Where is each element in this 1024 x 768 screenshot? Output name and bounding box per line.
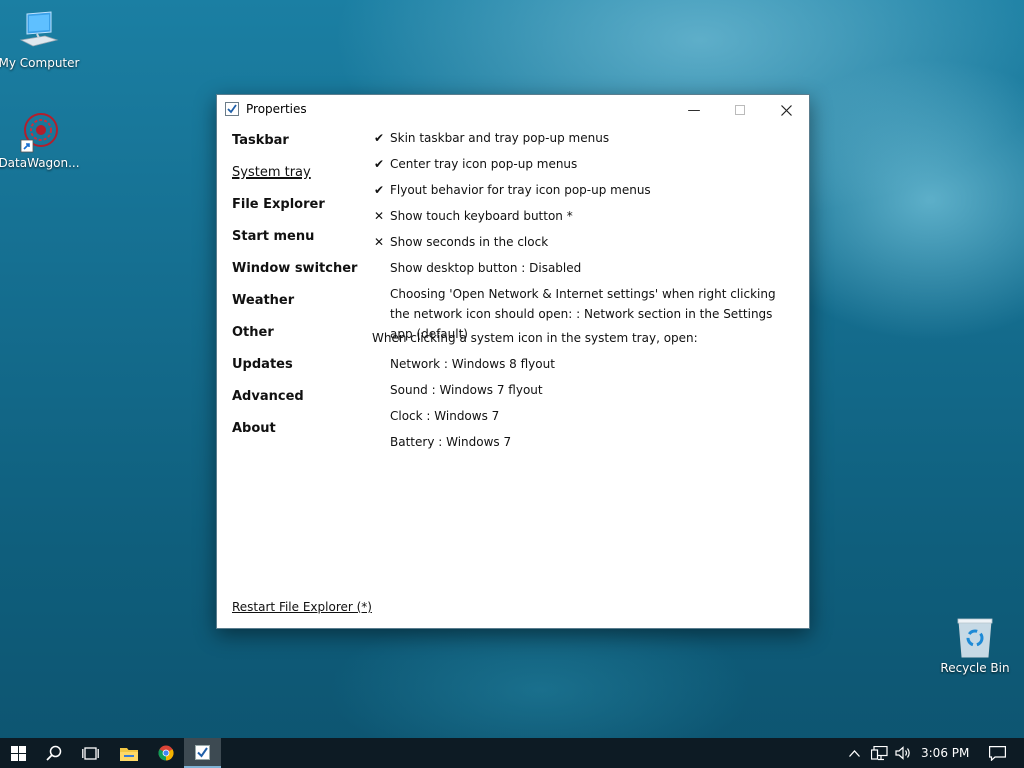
- desktop-icon-datawagon[interactable]: DataWagon...: [0, 110, 81, 170]
- sidebar-nav: Taskbar System tray File Explorer Start …: [232, 133, 357, 453]
- minimize-icon: —: [687, 102, 701, 118]
- window-title: Properties: [246, 102, 307, 116]
- maximize-button[interactable]: [717, 95, 763, 125]
- datawagon-icon: [17, 110, 61, 154]
- option-show-desktop-button[interactable]: Show desktop button : Disabled: [372, 260, 792, 286]
- maximize-icon: [735, 105, 745, 115]
- option-label: Show touch keyboard button *: [390, 209, 573, 223]
- properties-app-icon: [195, 744, 210, 760]
- checkmark-icon: ✔: [373, 131, 385, 145]
- task-view-button[interactable]: [72, 738, 108, 768]
- option-flyout-behavior[interactable]: ✔ Flyout behavior for tray icon pop-up m…: [372, 182, 792, 208]
- chrome-icon: [158, 745, 174, 761]
- option-seconds-in-clock[interactable]: ✕ Show seconds in the clock: [372, 234, 792, 260]
- file-explorer-icon: [120, 747, 138, 761]
- start-button[interactable]: [0, 738, 36, 768]
- option-network-settings-target[interactable]: Choosing 'Open Network & Internet settin…: [372, 284, 792, 341]
- taskbar: 3:06 PM: [0, 738, 1024, 768]
- computer-icon: [17, 10, 61, 54]
- nav-item-file-explorer[interactable]: File Explorer: [232, 197, 357, 229]
- network-tray-button[interactable]: [868, 738, 890, 768]
- close-icon: [780, 104, 792, 116]
- search-button[interactable]: [36, 738, 72, 768]
- option-label: Choosing 'Open Network & Internet settin…: [390, 287, 776, 341]
- close-button[interactable]: [763, 95, 809, 125]
- chevron-up-icon: [848, 749, 860, 757]
- network-icon: [870, 745, 888, 760]
- option-label: Skin taskbar and tray pop-up menus: [390, 131, 610, 145]
- checkmark-icon: ✔: [373, 183, 385, 197]
- nav-item-taskbar[interactable]: Taskbar: [232, 133, 357, 165]
- nav-item-other[interactable]: Other: [232, 325, 357, 357]
- nav-item-system-tray[interactable]: System tray: [232, 165, 357, 197]
- desktop-icon-recycle-bin[interactable]: Recycle Bin: [933, 615, 1017, 675]
- taskbar-properties-app[interactable]: [184, 738, 221, 768]
- cross-icon: ✕: [373, 209, 385, 223]
- nav-item-updates[interactable]: Updates: [232, 357, 357, 389]
- properties-window: Properties — Taskbar System tray File Ex…: [216, 94, 810, 629]
- action-center-button[interactable]: [982, 738, 1012, 768]
- settings-content: ✔ Skin taskbar and tray pop-up menus ✔ C…: [372, 130, 792, 460]
- volume-tray-button[interactable]: [892, 738, 914, 768]
- nav-item-advanced[interactable]: Advanced: [232, 389, 357, 421]
- search-icon: [46, 745, 62, 761]
- option-label: Sound : Windows 7 flyout: [390, 383, 543, 397]
- taskbar-chrome[interactable]: [148, 738, 184, 768]
- title-bar[interactable]: Properties —: [217, 95, 809, 125]
- taskbar-clock[interactable]: 3:06 PM: [921, 738, 969, 768]
- start-icon: [10, 745, 26, 761]
- desktop-icon-label: Recycle Bin: [940, 661, 1010, 675]
- option-label: Flyout behavior for tray icon pop-up men…: [390, 183, 651, 197]
- taskbar-file-explorer[interactable]: [111, 738, 147, 768]
- volume-icon: [894, 746, 910, 760]
- minimize-button[interactable]: —: [671, 95, 717, 125]
- nav-item-start-menu[interactable]: Start menu: [232, 229, 357, 261]
- task-view-icon: [81, 746, 99, 760]
- desktop-icon-label: My Computer: [0, 56, 80, 70]
- cross-icon: ✕: [373, 235, 385, 249]
- desktop-icon-label: DataWagon...: [0, 156, 80, 170]
- recycle-bin-icon: [953, 615, 997, 659]
- show-hidden-icons-button[interactable]: [844, 738, 864, 768]
- nav-item-window-switcher[interactable]: Window switcher: [232, 261, 357, 293]
- checkmark-icon: ✔: [373, 157, 385, 171]
- option-battery-flyout[interactable]: Battery : Windows 7: [372, 434, 792, 460]
- option-label: Center tray icon pop-up menus: [390, 157, 578, 171]
- option-label: Clock : Windows 7: [390, 409, 500, 423]
- properties-app-icon: [225, 101, 239, 116]
- option-center-tray-menus[interactable]: ✔ Center tray icon pop-up menus: [372, 156, 792, 182]
- option-clock-flyout[interactable]: Clock : Windows 7: [372, 408, 792, 434]
- nav-item-about[interactable]: About: [232, 421, 357, 453]
- nav-item-weather[interactable]: Weather: [232, 293, 357, 325]
- option-label: Network : Windows 8 flyout: [390, 357, 555, 371]
- option-label: Show seconds in the clock: [390, 235, 549, 249]
- option-label: Battery : Windows 7: [390, 435, 512, 449]
- option-touch-keyboard-button[interactable]: ✕ Show touch keyboard button *: [372, 208, 792, 234]
- action-center-icon: [988, 745, 1006, 761]
- option-skin-taskbar-menus[interactable]: ✔ Skin taskbar and tray pop-up menus: [372, 130, 792, 156]
- restart-file-explorer-link[interactable]: Restart File Explorer (*): [232, 600, 372, 614]
- option-network-flyout[interactable]: Network : Windows 8 flyout: [372, 356, 792, 382]
- option-sound-flyout[interactable]: Sound : Windows 7 flyout: [372, 382, 792, 408]
- desktop-icon-my-computer[interactable]: My Computer: [0, 10, 81, 70]
- option-label: Show desktop button : Disabled: [390, 261, 582, 275]
